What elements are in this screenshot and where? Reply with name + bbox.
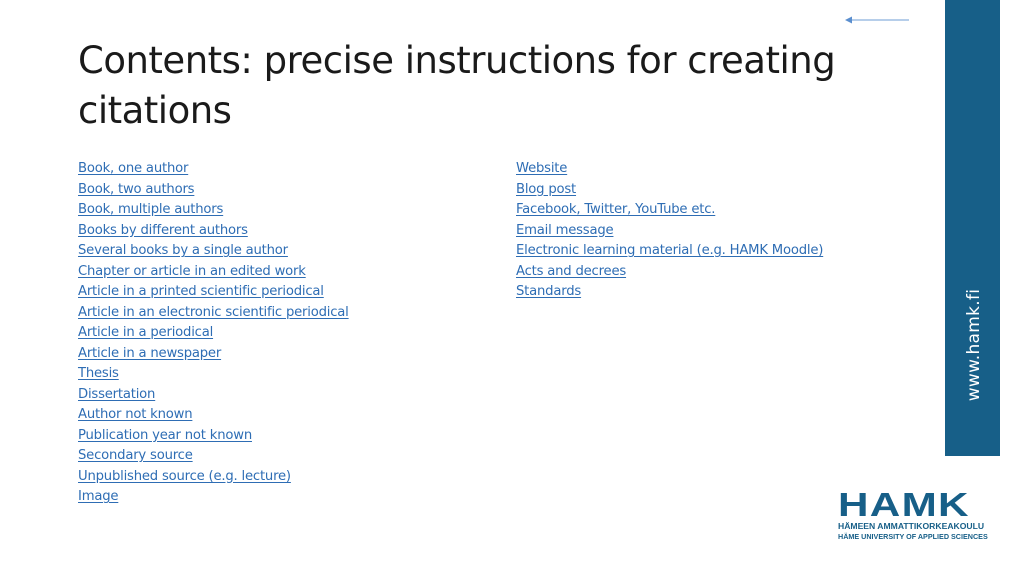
link-book-multiple-authors[interactable]: Book, multiple authors: [78, 202, 223, 217]
link-blog-post[interactable]: Blog post: [516, 182, 576, 197]
link-social-media[interactable]: Facebook, Twitter, YouTube etc.: [516, 202, 715, 217]
link-website[interactable]: Website: [516, 161, 567, 176]
link-author-not-known[interactable]: Author not known: [78, 407, 193, 422]
logo-wordmark: HAMK: [838, 486, 970, 523]
website-url: www.hamk.fi: [964, 288, 984, 402]
link-secondary-source[interactable]: Secondary source: [78, 448, 193, 463]
slide-title: Contents: precise instructions for creat…: [78, 39, 836, 132]
link-email-message[interactable]: Email message: [516, 223, 614, 238]
link-acts-decrees[interactable]: Acts and decrees: [516, 264, 626, 279]
link-book-one-author[interactable]: Book, one author: [78, 161, 188, 176]
link-several-books-single-author[interactable]: Several books by a single author: [78, 243, 288, 258]
link-unpublished-source[interactable]: Unpublished source (e.g. lecture): [78, 469, 291, 484]
link-publication-year-not-known[interactable]: Publication year not known: [78, 428, 252, 443]
link-book-two-authors[interactable]: Book, two authors: [78, 182, 195, 197]
link-standards[interactable]: Standards: [516, 284, 581, 299]
link-image[interactable]: Image: [78, 489, 119, 504]
hamk-logo: HAMK HÄMEEN AMMATTIKORKEAKOULU HÄME UNIV…: [838, 488, 998, 542]
link-electronic-learning-material[interactable]: Electronic learning material (e.g. HAMK …: [516, 243, 823, 258]
arrow-left-icon[interactable]: [845, 14, 911, 26]
citation-links-right: Website Blog post Facebook, Twitter, You…: [516, 158, 823, 302]
link-article-electronic-periodical[interactable]: Article in an electronic scientific peri…: [78, 305, 349, 320]
link-thesis[interactable]: Thesis: [78, 366, 119, 381]
link-books-different-authors[interactable]: Books by different authors: [78, 223, 248, 238]
link-article-printed-periodical[interactable]: Article in a printed scientific periodic…: [78, 284, 324, 299]
logo-subtitle-english: HÄME UNIVERSITY OF APPLIED SCIENCES: [838, 532, 988, 541]
link-article-periodical[interactable]: Article in a periodical: [78, 325, 213, 340]
link-chapter-edited-work[interactable]: Chapter or article in an edited work: [78, 264, 306, 279]
link-article-newspaper[interactable]: Article in a newspaper: [78, 346, 221, 361]
slide: Contents: precise instructions for creat…: [0, 0, 1024, 576]
link-dissertation[interactable]: Dissertation: [78, 387, 155, 402]
citation-links-left: Book, one author Book, two authors Book,…: [78, 158, 349, 507]
